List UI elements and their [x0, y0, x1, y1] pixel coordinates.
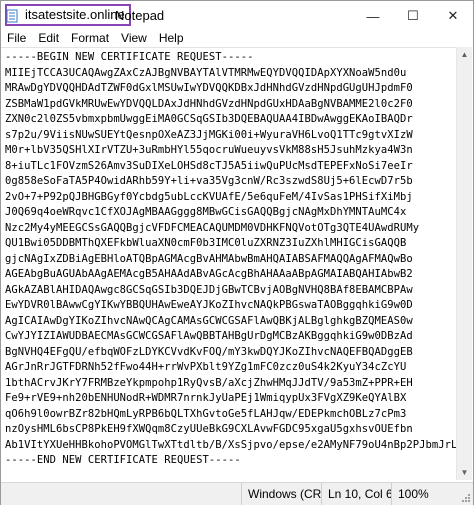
chevron-up-icon[interactable]: ▲ [457, 47, 472, 62]
menu-help[interactable]: Help [153, 29, 190, 47]
text-line: MIIEjTCCA3UCAQAwgZAxCzAJBgNVBAYTAlVTMRMw… [5, 66, 407, 79]
menu-bar: File Edit Format View Help [1, 29, 473, 47]
text-line: -----BEGIN NEW CERTIFICATE REQUEST----- [5, 51, 254, 63]
menu-edit[interactable]: Edit [32, 29, 65, 47]
text-line: nzOysHML6bsCP8PkEH9fXWQqm8CzyUUeBkG9CXLA… [5, 423, 413, 435]
chevron-down-icon[interactable]: ▼ [457, 465, 472, 480]
text-line: qO6h9l0owrBZr82bHQmLyRPB6bQLTXhGvtoGe5fL… [5, 407, 407, 420]
text-line: Fe9+rVE9+nh20bENHUNodR+WDMR7nrnkJyUaPEj1… [5, 392, 407, 404]
notepad-file-icon [6, 9, 18, 23]
text-line: ZSBMaW1pdGVkMRUwEwYDVQQLDAxJdHNhdGVzdHNp… [5, 97, 413, 110]
text-line: J0Q69q4oeWRqvc1CfXOJAgMBAAGggg8MBwGCisGA… [5, 206, 407, 218]
text-line: CwYJYIZIAWUDBAECMAsGCWCGSAFlAwQBBTAHBgUr… [5, 330, 413, 342]
text-editor[interactable]: -----BEGIN NEW CERTIFICATE REQUEST----- … [1, 47, 457, 481]
close-icon: ✕ [447, 8, 459, 23]
text-line: 2vO+7+P92pQJBHGBGyf0Ycbdg5ubLccKVUAfE/5e… [5, 190, 413, 203]
notepad-window: itsatestsite.online Notepad — ☐ ✕ File E… [0, 0, 474, 505]
text-line: AGrJnRrJGTFDRNh52fFwo44H+rrWvPXblt9YZg1m… [5, 361, 407, 373]
file-title-text: itsatestsite.online [25, 7, 125, 22]
maximize-button[interactable]: ☐ [393, 1, 433, 31]
text-line: -----END NEW CERTIFICATE REQUEST----- [5, 454, 241, 466]
close-button[interactable]: ✕ [433, 1, 473, 31]
cursor-position-status: Ln 10, Col 65 [321, 483, 391, 505]
window-controls: — ☐ ✕ [353, 1, 473, 31]
status-bar: Windows (CRLF) Ln 10, Col 65 100% [1, 482, 473, 505]
zoom-status: 100% [391, 483, 451, 505]
maximize-icon: ☐ [407, 8, 419, 23]
text-line: EwYDVR0lBAwwCgYIKwYBBQUHAwEweAYJKoZIhvcN… [5, 299, 413, 311]
vertical-scrollbar[interactable]: ▲ ▼ [456, 47, 472, 480]
menu-view[interactable]: View [115, 29, 153, 47]
text-line: 0g858eSoFaTA5P4OwidARhb59Y+li+va35Vg3cnW… [5, 175, 413, 187]
resize-grip-icon[interactable] [461, 493, 471, 503]
text-line: gjcNAgIxZDBiAgEBHloATQBpAGMAcgBvAHMAbwBm… [5, 252, 413, 265]
text-line: Ab1VItYXUeHHBkohoPVOMGlTwXTtdltb/B/XsSjp… [5, 438, 457, 451]
text-line: BgNVHQ4EFgQU/efbqWOFzLDYKCVvdKvFOQ/mY3kw… [5, 345, 413, 358]
text-line: Nzc2My4yMEEGCSsGAQQBgjcVFDFCMEACAQUMDM0V… [5, 221, 420, 234]
title-bar[interactable]: itsatestsite.online Notepad — ☐ ✕ [1, 1, 473, 31]
text-line: 1bthACrvJKrY7FRMBzeYkpmpohp1RyQvsB/aXcjZ… [5, 376, 413, 389]
text-line: s7p2u/9ViisNUwSUEYtQesnpOXeAZ3JjMGKi00i+… [5, 128, 413, 141]
text-line: AGkAZABlAHIDAQAwgc8GCSqGSIb3DQEJDjGBwTCB… [5, 283, 413, 296]
text-line: 8+iuTLc1FOVzmS26Amv3SuDIXeLOHSd8cTJ5A5ii… [5, 159, 413, 172]
text-line: MRAwDgYDVQQHDAdTZWF0dGxlMSUwIwYDVQQKDBxJ… [5, 82, 413, 94]
minimize-button[interactable]: — [353, 1, 393, 31]
line-ending-status: Windows (CRLF) [241, 483, 321, 505]
document-text[interactable]: -----BEGIN NEW CERTIFICATE REQUEST----- … [1, 48, 457, 469]
text-line: QU1Bwi05DDBMThQXEFkbWluaXN0cmF0b3IMC0luZ… [5, 237, 407, 249]
text-line: AgICAIAwDgYIKoZIhvcNAwQCAgCAMAsGCWCGSAFl… [5, 314, 413, 327]
menu-format[interactable]: Format [65, 29, 115, 47]
text-line: ZXN0c2l0ZS5vbmxpbmUwggEiMA0GCSqGSIb3DQEB… [5, 113, 413, 125]
menu-file[interactable]: File [1, 29, 32, 47]
minimize-icon: — [366, 8, 380, 24]
file-tab[interactable]: itsatestsite.online [5, 4, 131, 26]
app-title: Notepad [115, 8, 165, 23]
text-line: M0r+lbV35QSHlXIrVTZU+3uRmbHYl55qocruWueu… [5, 144, 413, 156]
text-line: AGEAbgBuAGUAbAAgAEMAcgB5AHAAdABvAGcAcgBh… [5, 268, 413, 280]
